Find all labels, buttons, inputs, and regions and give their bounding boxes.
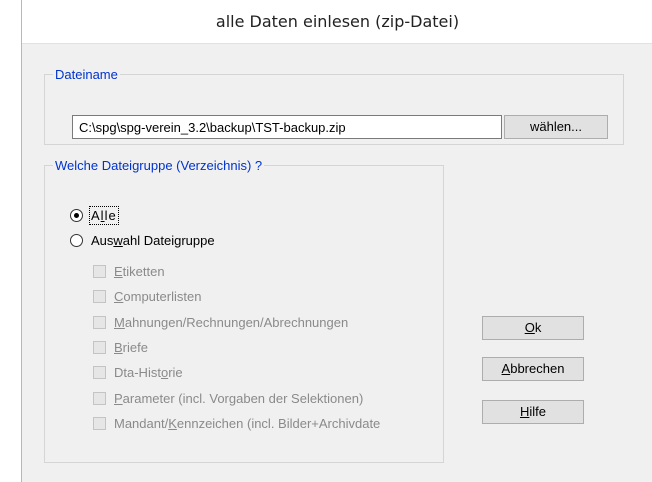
file-path-field[interactable] [72,115,502,139]
checkbox-mandant-kennzeichen[interactable]: Mandant/Kennzeichen (incl. Bilder+Archiv… [93,416,380,431]
checkbox-indicator[interactable] [93,391,106,405]
checkbox-mahnungen[interactable]: Mahnungen/Rechnungen/Abrechnungen [93,315,348,330]
checkbox-label: Computerlisten [114,289,202,305]
checkbox-indicator[interactable] [93,265,106,278]
checkbox-label: Parameter (incl. Vorgaben der Selektione… [114,390,364,406]
filegroup-group-legend: Welche Dateigruppe (Verzeichnis) ? [55,158,263,173]
checkbox-label: Mahnungen/Rechnungen/Abrechnungen [114,314,349,330]
radio-all-indicator[interactable] [70,209,83,222]
checkbox-label: Mandant/Kennzeichen (incl. Bilder+Archiv… [114,415,381,431]
checkbox-indicator[interactable] [93,340,106,354]
checkbox-briefe[interactable]: Briefe [93,340,148,355]
cancel-button[interactable]: Abbrechen [482,357,584,381]
checkbox-label: Briefe [114,339,148,355]
checkbox-indicator[interactable] [93,366,106,380]
radio-selection-indicator[interactable] [70,234,83,247]
radio-selection-label: Auswahl Dateigruppe [91,233,215,248]
checkbox-label: Dta-Historie [114,365,183,381]
ok-button[interactable]: Ok [482,316,584,340]
checkbox-parameter[interactable]: Parameter (incl. Vorgaben der Selektione… [93,391,363,406]
filename-group-legend: Dateiname [55,67,118,82]
window-title: alle Daten einlesen (zip-Datei) [215,12,460,31]
filename-group: Dateiname wählen... [44,67,624,145]
checkbox-etiketten[interactable]: Etiketten [93,264,165,279]
radio-all-option[interactable]: Alle [70,206,119,225]
checkbox-dta-historie[interactable]: Dta-Historie [93,365,183,380]
checkbox-label: Etiketten [114,264,165,279]
filegroup-group: Welche Dateigruppe (Verzeichnis) ? Alle … [44,158,444,463]
checkbox-indicator[interactable] [93,315,106,329]
choose-file-button[interactable]: wählen... [504,115,608,139]
radio-selection-option[interactable]: Auswahl Dateigruppe [70,233,215,248]
checkbox-indicator[interactable] [93,416,106,430]
checkbox-computerlisten[interactable]: Computerlisten [93,289,201,304]
radio-all-label: Alle [89,206,119,225]
title-bar: alle Daten einlesen (zip-Datei) [22,0,652,44]
help-button[interactable]: Hilfe [482,400,584,424]
checkbox-indicator[interactable] [93,290,106,304]
dialog-window: alle Daten einlesen (zip-Datei) Dateinam… [21,0,652,482]
